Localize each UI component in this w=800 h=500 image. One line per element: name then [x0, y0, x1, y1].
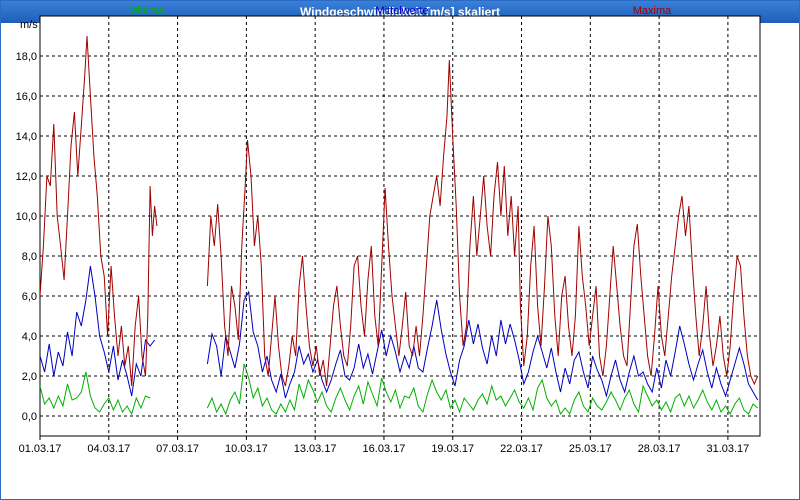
y-axis-ticks: 0,0 2,0 4,0 6,0 8,0 10,0 12,0 14,0 16,0 18,0: [16, 51, 37, 423]
wind-speed-chart: 0,0 2,0 4,0 6,0 8,0 10,0 12,0 14,0 16,0 18,0 01.0…: [16, 5, 761, 455]
y-tick-label: 4,0: [22, 331, 37, 343]
y-tick-label: 12,0: [16, 171, 37, 183]
x-tick-label: 22.03.17: [500, 443, 543, 455]
y-tick-label: 8,0: [22, 251, 37, 263]
x-axis-ticks: 01.03.17 04.03.17 07.03.17 10.03.17 13.03.17…: [19, 436, 749, 455]
x-tick-label: 25.03.17: [569, 443, 612, 455]
legend-maxima: Maxima: [633, 5, 672, 17]
x-tick-label: 28.03.17: [638, 443, 681, 455]
y-tick-label: 14,0: [16, 131, 37, 143]
y-tick-label: 6,0: [22, 291, 37, 303]
x-tick-label: 16.03.17: [363, 443, 406, 455]
x-tick-label: 07.03.17: [156, 443, 199, 455]
x-tick-label: 19.03.17: [431, 443, 474, 455]
x-tick-label: 10.03.17: [225, 443, 268, 455]
legend-minima: Minima: [128, 5, 164, 17]
y-tick-label: 2,0: [22, 371, 37, 383]
x-tick-label: 31.03.17: [706, 443, 749, 455]
y-tick-label: 18,0: [16, 51, 37, 63]
y-tick-label: 0,0: [22, 411, 37, 423]
y-tick-label: 16,0: [16, 91, 37, 103]
legend-mittelwerte: Mittelwerte: [375, 5, 428, 17]
y-axis-label: m/s: [20, 19, 38, 31]
y-tick-label: 10,0: [16, 211, 37, 223]
x-tick-label: 13.03.17: [294, 443, 337, 455]
x-tick-label: 04.03.17: [87, 443, 130, 455]
x-tick-label: 01.03.17: [19, 443, 62, 455]
